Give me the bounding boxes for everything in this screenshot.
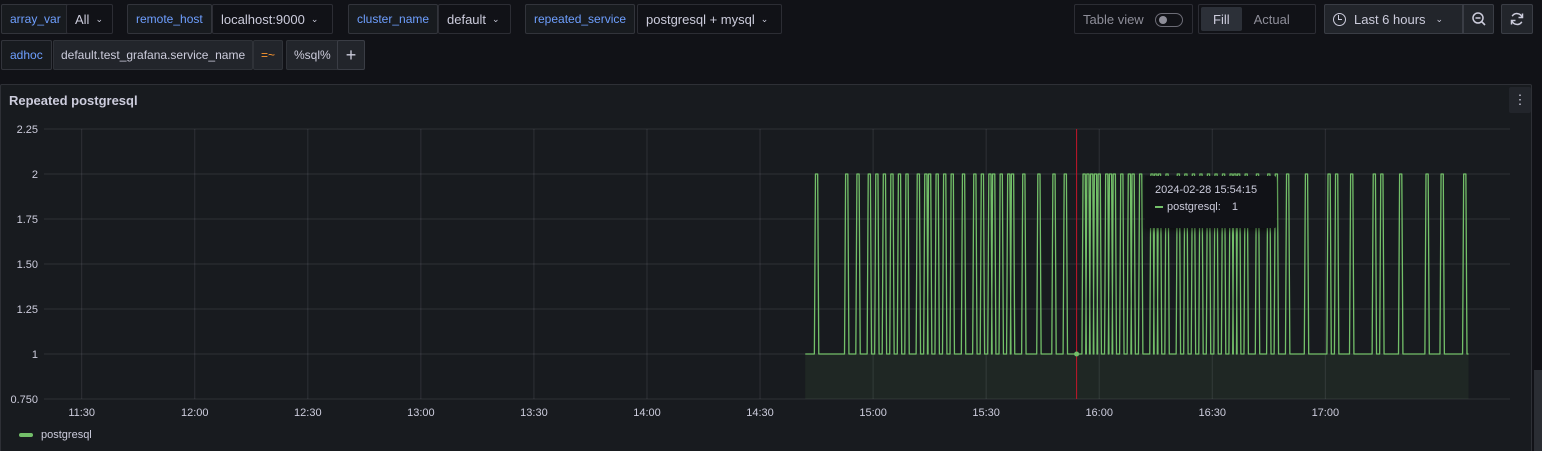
variable-label-repeated-service: repeated_service xyxy=(525,4,636,34)
variable-value: All xyxy=(75,11,90,27)
panel-menu-button[interactable]: ⋮ xyxy=(1509,87,1531,113)
variable-value: postgresql + mysql xyxy=(646,11,755,27)
variable-label-array-var: array_var xyxy=(1,4,70,34)
chevron-down-icon: ⌄ xyxy=(760,13,769,24)
adhoc-operator[interactable]: =~ xyxy=(253,40,284,70)
adhoc-label: adhoc xyxy=(1,40,52,70)
actual-option[interactable]: Actual xyxy=(1242,7,1302,31)
tooltip-swatch xyxy=(1155,206,1163,208)
add-filter-button[interactable]: + xyxy=(337,40,365,70)
panel-title: Repeated postgresql xyxy=(9,93,138,108)
refresh-icon xyxy=(1510,12,1524,26)
adhoc-filter-bar: adhoc default.test_grafana.service_name … xyxy=(0,40,1542,70)
tooltip-time: 2024-02-28 15:54:15 xyxy=(1155,184,1258,196)
fill-option[interactable]: Fill xyxy=(1201,7,1242,31)
legend: postgresql xyxy=(19,429,92,441)
time-range-picker[interactable]: Last 6 hours ⌄ xyxy=(1324,4,1463,34)
kebab-menu-icon: ⋮ xyxy=(1513,92,1527,107)
toggle-switch[interactable] xyxy=(1155,13,1183,27)
legend-item-postgresql[interactable]: postgresql xyxy=(41,429,92,441)
refresh-button[interactable] xyxy=(1501,4,1533,34)
scrollbar[interactable] xyxy=(1534,370,1542,451)
variable-label-cluster-name: cluster_name xyxy=(348,4,439,34)
chevron-down-icon: ⌄ xyxy=(492,13,500,24)
variable-select-cluster-name[interactable]: default ⌄ xyxy=(438,4,511,34)
fill-actual-radio: Fill Actual xyxy=(1198,4,1316,34)
variable-label-remote-host: remote_host xyxy=(127,4,212,34)
table-view-label: Table view xyxy=(1083,11,1144,27)
chevron-down-icon: ⌄ xyxy=(95,13,103,24)
variable-value: default xyxy=(447,11,487,27)
adhoc-value[interactable]: %sql% xyxy=(286,40,339,70)
timeseries-panel: Repeated postgresql ⋮ postgresql xyxy=(0,84,1532,451)
time-range-label: Last 6 hours xyxy=(1354,11,1426,27)
adhoc-key[interactable]: default.test_grafana.service_name xyxy=(53,40,254,70)
tooltip-value: 1 xyxy=(1231,201,1238,213)
variables-bar: array_var All ⌄ remote_host localhost:900… xyxy=(0,4,1542,34)
zoom-out-icon xyxy=(1471,12,1486,26)
legend-swatch xyxy=(19,433,33,437)
variable-select-remote-host[interactable]: localhost:9000 ⌄ xyxy=(212,4,333,34)
tooltip-series: postgresql: xyxy=(1167,201,1221,213)
chevron-down-icon: ⌄ xyxy=(1435,13,1444,24)
clock-icon xyxy=(1333,12,1346,26)
hover-tooltip: 2024-02-28 15:54:15 postgresql: 1 xyxy=(1145,176,1276,228)
table-view-toggle[interactable]: Table view xyxy=(1074,4,1193,34)
variable-select-repeated-service[interactable]: postgresql + mysql ⌄ xyxy=(637,4,782,34)
zoom-out-button[interactable] xyxy=(1463,4,1494,34)
chevron-down-icon: ⌄ xyxy=(310,13,319,24)
variable-select-array-var[interactable]: All ⌄ xyxy=(66,4,113,34)
variable-value: localhost:9000 xyxy=(221,11,305,27)
